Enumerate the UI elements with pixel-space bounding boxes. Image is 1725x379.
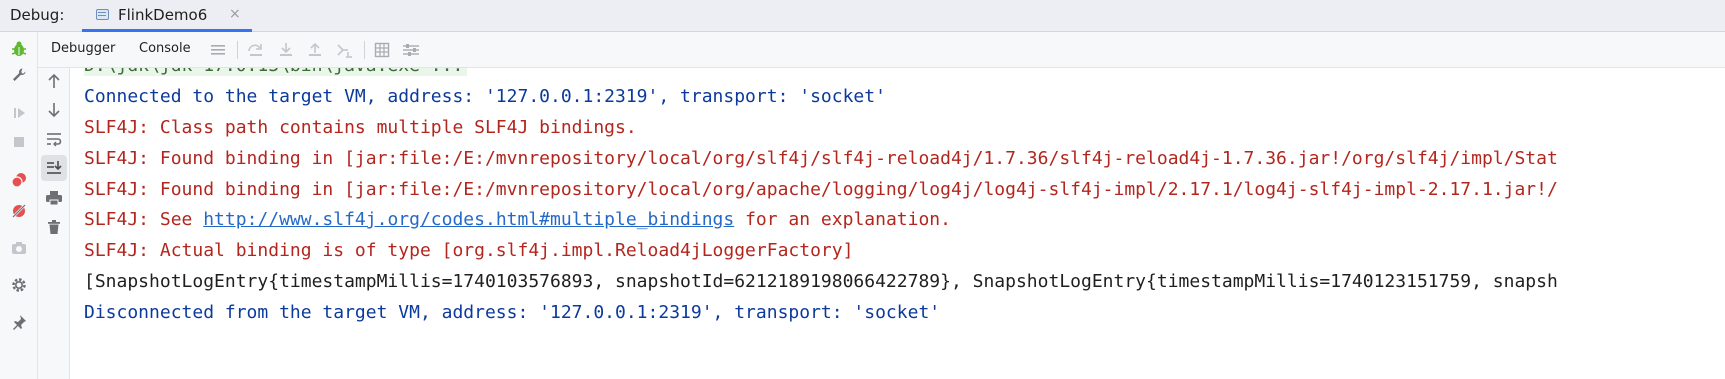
resume-icon[interactable]: [6, 100, 32, 126]
slf4j-see-prefix: SLF4J: See: [84, 209, 204, 230]
console-line-disconnected: Disconnected from the target VM, address…: [84, 302, 941, 323]
java-command[interactable]: D:\jdk\jdk-17.0.13\bin\java.exe ...: [84, 68, 468, 76]
console-output[interactable]: D:\jdk\jdk-17.0.13\bin\java.exe ... Conn…: [70, 68, 1725, 379]
slf4j-see-suffix: for an explanation.: [734, 209, 951, 230]
step-over-icon[interactable]: [244, 38, 268, 62]
evaluate-expression-icon[interactable]: [370, 38, 394, 62]
close-tab-icon[interactable]: ×: [229, 6, 241, 22]
scroll-down-icon[interactable]: [41, 97, 67, 123]
tab-debugger[interactable]: Debugger: [51, 41, 115, 56]
toolbar-separator: [237, 41, 238, 59]
mute-breakpoints-icon[interactable]: [6, 198, 32, 224]
scroll-up-icon[interactable]: [41, 68, 67, 94]
trace-settings-icon[interactable]: [399, 38, 423, 62]
scroll-to-end-icon[interactable]: [41, 155, 67, 181]
print-icon[interactable]: [41, 185, 67, 211]
console-line-command: D:\jdk\jdk-17.0.13\bin\java.exe ...: [84, 68, 468, 79]
debug-tool-window-header: Debug: FlinkDemo6 ×: [0, 0, 1725, 32]
view-breakpoints-icon[interactable]: [6, 167, 32, 193]
tab-console[interactable]: Console: [139, 41, 191, 56]
console-line-slf4j-found-2: SLF4J: Found binding in [jar:file:/E:/mv…: [84, 179, 1558, 200]
console-line-snapshot-output: [SnapshotLogEntry{timestampMillis=174010…: [84, 271, 1558, 292]
console-line-slf4j-multiple: SLF4J: Class path contains multiple SLF4…: [84, 117, 637, 138]
wrench-icon[interactable]: [6, 62, 32, 88]
run-configuration-icon: [96, 9, 109, 20]
stop-icon[interactable]: [6, 129, 32, 155]
pin-icon[interactable]: [6, 309, 32, 335]
step-into-icon[interactable]: [274, 38, 298, 62]
console-line-slf4j-see: SLF4J: See http://www.slf4j.org/codes.ht…: [84, 207, 951, 233]
slf4j-codes-link[interactable]: http://www.slf4j.org/codes.html#multiple…: [203, 209, 734, 230]
tab-flinkdemo6[interactable]: FlinkDemo6 ×: [82, 0, 252, 32]
console-line-slf4j-actual: SLF4J: Actual binding is of type [org.sl…: [84, 240, 854, 261]
camera-icon[interactable]: [6, 235, 32, 261]
settings-icon[interactable]: [6, 272, 32, 298]
debug-bug-icon[interactable]: [6, 36, 32, 62]
tab-title: FlinkDemo6: [118, 6, 208, 24]
debug-side-toolbar: [0, 32, 38, 379]
console-line-slf4j-found-1: SLF4J: Found binding in [jar:file:/E:/mv…: [84, 148, 1558, 169]
run-to-cursor-icon[interactable]: [333, 38, 357, 62]
layout-menu-icon[interactable]: [206, 38, 230, 62]
soft-wrap-icon[interactable]: [41, 126, 67, 152]
console-side-toolbar: [38, 68, 70, 379]
clear-all-icon[interactable]: [41, 214, 67, 240]
toolbar-separator: [364, 41, 365, 59]
console-line-connected: Connected to the target VM, address: '12…: [84, 86, 886, 107]
debug-label: Debug:: [10, 6, 65, 24]
step-out-icon[interactable]: [303, 38, 327, 62]
debugger-toolbar: Debugger Console: [38, 32, 1725, 68]
